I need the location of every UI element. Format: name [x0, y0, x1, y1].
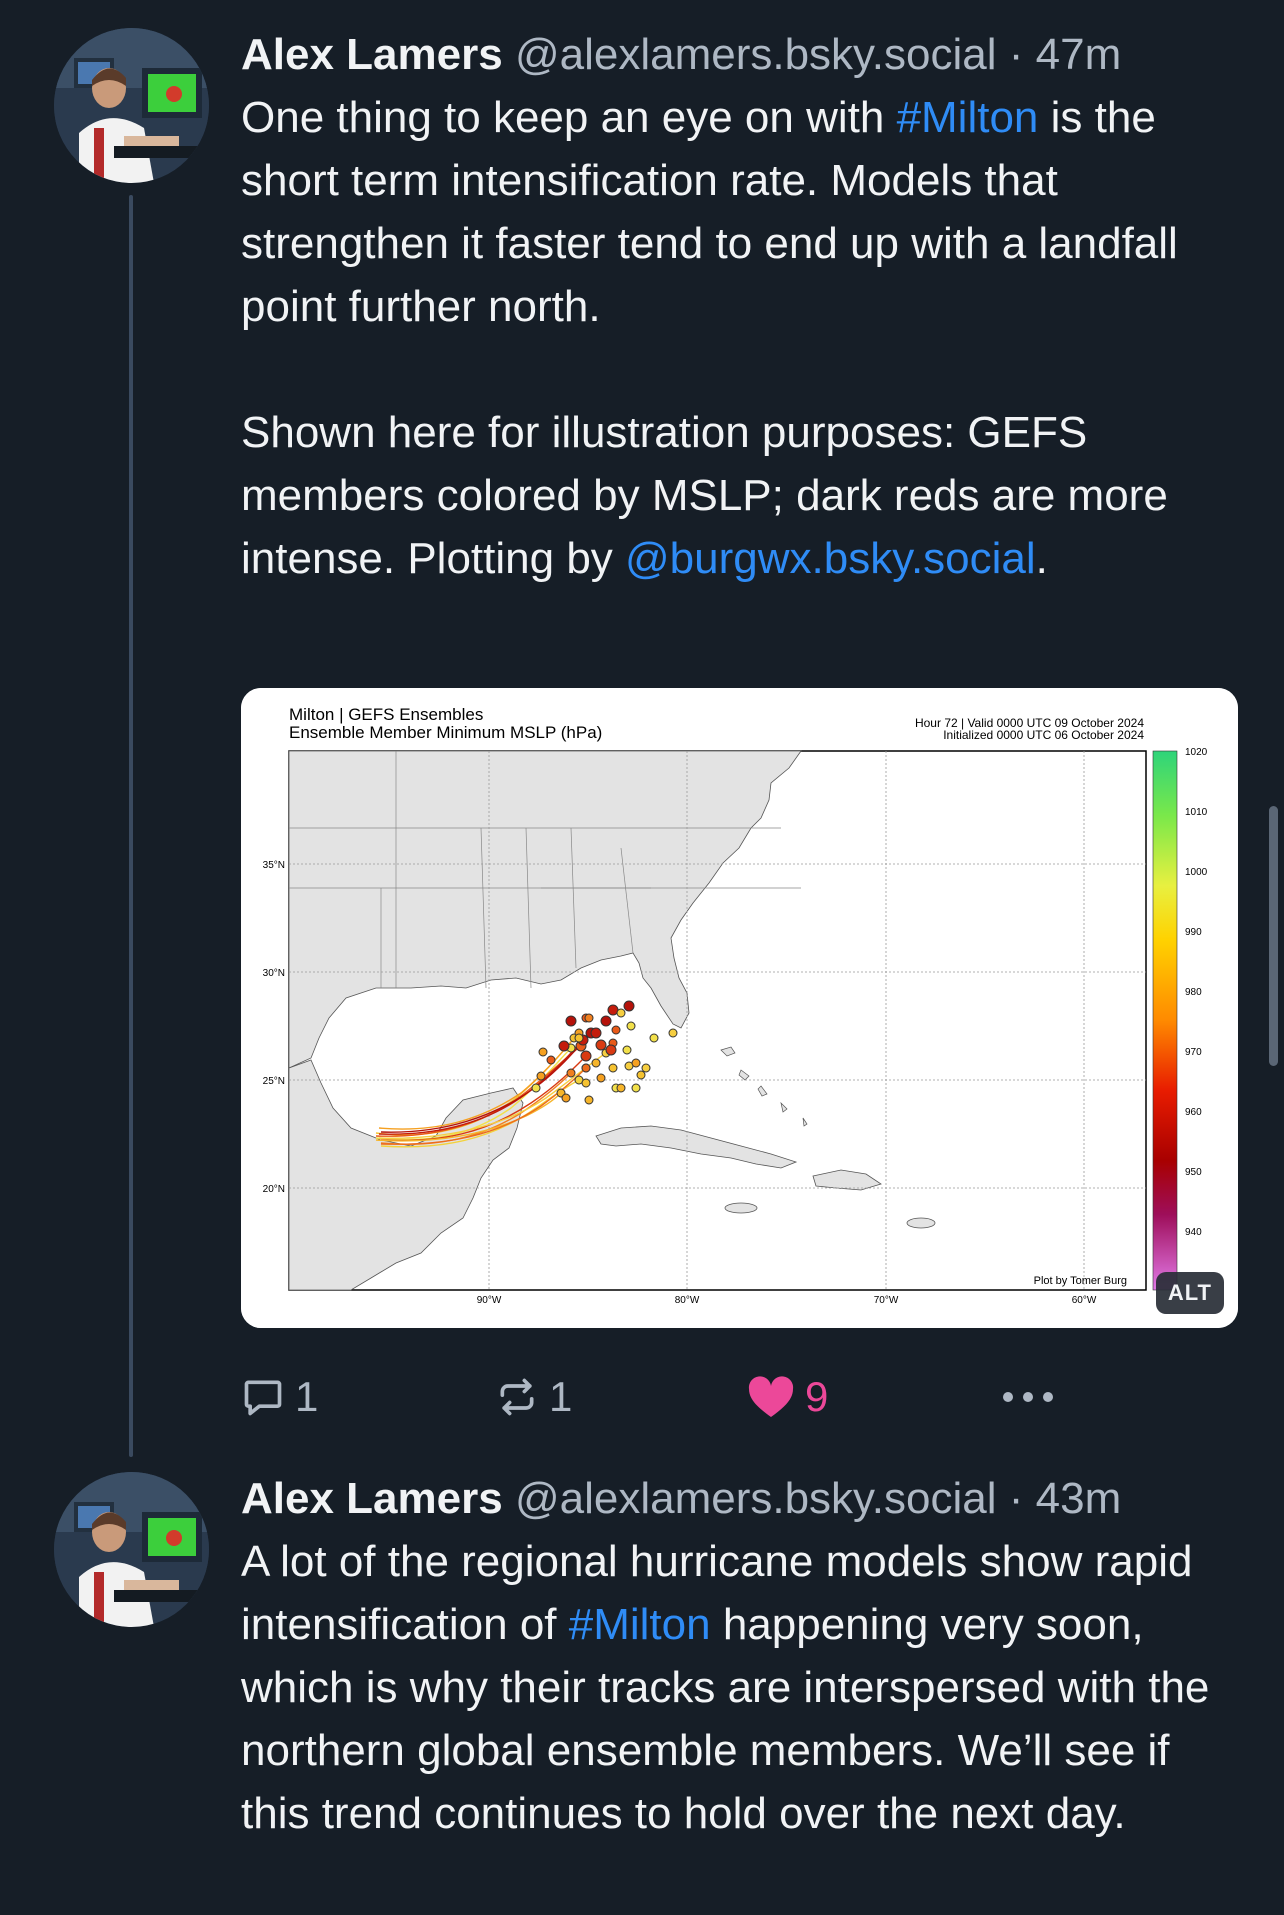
post-time[interactable]: 47m: [1036, 30, 1122, 79]
more-options-button[interactable]: [1001, 1362, 1065, 1432]
text-segment: .: [1035, 534, 1048, 583]
colorbar-label: 940: [1185, 1227, 1202, 1238]
like-count: 9: [805, 1373, 829, 1420]
text-segment: One thing to keep an eye on with: [241, 93, 897, 142]
lat-label: 25°N: [263, 1076, 285, 1087]
colorbar-label: 1020: [1185, 747, 1208, 758]
repost-count: 1: [549, 1373, 573, 1420]
map-subtitle: Ensemble Member Minimum MSLP (hPa): [289, 723, 602, 742]
colorbar-label: 950: [1185, 1167, 1202, 1178]
post-actions: 1 1 9: [241, 1362, 1141, 1432]
init-time: Initialized 0000 UTC 06 October 2024: [943, 728, 1144, 742]
hashtag-link[interactable]: #Milton: [897, 93, 1039, 142]
author-name[interactable]: Alex Lamers: [241, 30, 503, 79]
lon-label: 60°W: [1072, 1295, 1097, 1306]
thread-connector-line: [129, 195, 133, 1457]
avatar[interactable]: [54, 1472, 209, 1627]
reply-icon: [244, 1380, 282, 1416]
lat-label: 35°N: [263, 860, 285, 871]
separator-dot: ·: [1008, 30, 1024, 79]
mention-link[interactable]: @burgwx.bsky.social: [625, 534, 1036, 583]
colorbar-label: 960: [1185, 1107, 1202, 1118]
colorbar-label: 970: [1185, 1047, 1202, 1058]
post-text: One thing to keep an eye on with #Milton…: [241, 86, 1241, 590]
post-text: A lot of the regional hurricane models s…: [241, 1530, 1241, 1845]
alt-text-button[interactable]: ALT: [1155, 1272, 1224, 1314]
repost-icon: [500, 1378, 534, 1416]
more-icon: [1003, 1392, 1053, 1402]
author-handle[interactable]: @alexlamers.bsky.social: [515, 1474, 997, 1523]
reply-count: 1: [295, 1373, 319, 1420]
reply-button[interactable]: 1: [241, 1362, 318, 1432]
like-button[interactable]: 9: [747, 1362, 828, 1432]
lat-label: 20°N: [263, 1184, 285, 1195]
colorbar-label: 1010: [1185, 807, 1208, 818]
lon-label: 70°W: [874, 1295, 899, 1306]
avatar[interactable]: [54, 28, 209, 183]
plot-credit: Plot by Tomer Burg: [1034, 1275, 1127, 1287]
lon-label: 80°W: [675, 1295, 700, 1306]
repost-button[interactable]: 1: [495, 1362, 572, 1432]
image-embed[interactable]: Milton | GEFS Ensembles Ensemble Member …: [241, 688, 1238, 1328]
map-title: Milton | GEFS Ensembles: [289, 705, 483, 724]
colorbar-label: 980: [1185, 987, 1202, 998]
author-handle[interactable]: @alexlamers.bsky.social: [515, 30, 997, 79]
separator-dot: ·: [1008, 1474, 1024, 1523]
colorbar-label: 1000: [1185, 867, 1208, 878]
post-time[interactable]: 43m: [1036, 1474, 1122, 1523]
post-header: Alex Lamers @alexlamers.bsky.social · 43…: [241, 1468, 1241, 1530]
post-header: Alex Lamers @alexlamers.bsky.social · 47…: [241, 24, 1241, 86]
colorbar: [1152, 750, 1178, 1291]
heart-icon: [748, 1376, 794, 1417]
scrollbar[interactable]: [1269, 806, 1278, 1066]
hashtag-link[interactable]: #Milton: [569, 1600, 711, 1649]
lat-label: 30°N: [263, 968, 285, 979]
author-name[interactable]: Alex Lamers: [241, 1474, 503, 1523]
colorbar-label: 990: [1185, 927, 1202, 938]
lon-label: 90°W: [477, 1295, 502, 1306]
forecast-map-image: Milton | GEFS Ensembles Ensemble Member …: [241, 688, 1238, 1328]
